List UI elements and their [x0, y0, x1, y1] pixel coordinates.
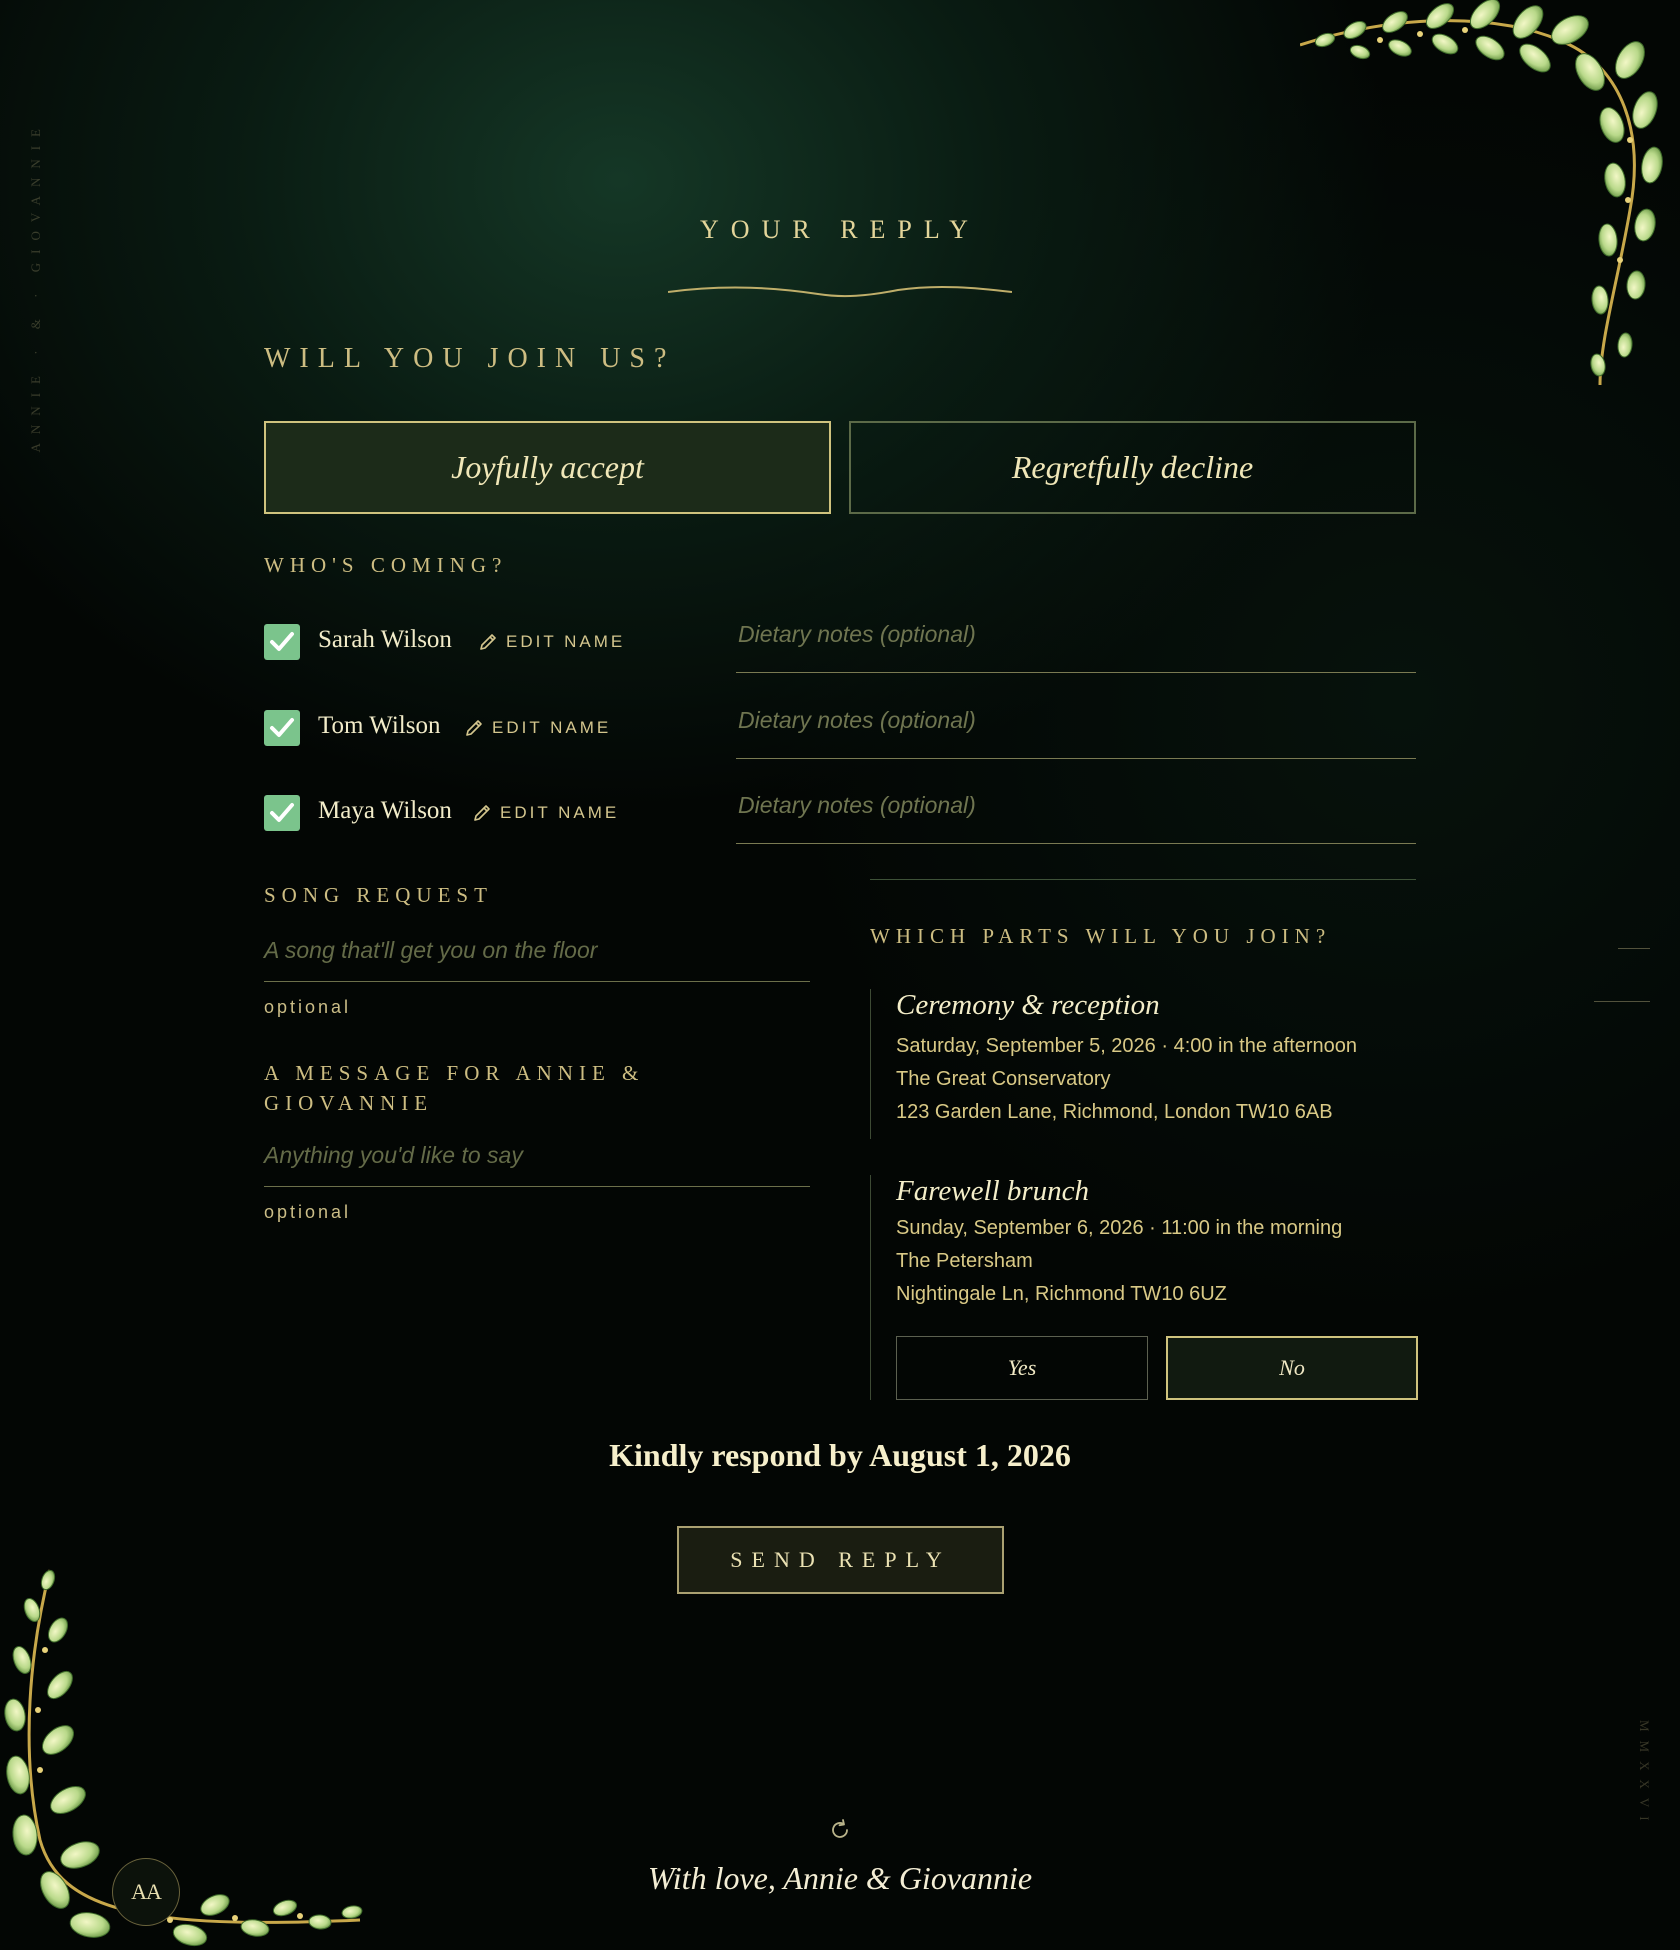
pencil-icon [466, 720, 482, 736]
edit-name-label: EDIT NAME [500, 803, 620, 822]
divider [870, 879, 1416, 880]
message-heading-line: GIOVANNIE [264, 1091, 434, 1115]
song-request-heading: SONG REQUEST [264, 883, 493, 907]
brunch-no-button[interactable]: No [1166, 1336, 1418, 1400]
event-venue: The Petersham [896, 1250, 1033, 1272]
song-request-input[interactable]: A song that'll get you on the floor [264, 937, 810, 982]
refresh-icon[interactable] [828, 1818, 852, 1842]
page-title: YOUR REPLY [700, 215, 980, 244]
edit-name-label: EDIT NAME [506, 632, 626, 651]
edit-name-button[interactable]: EDIT NAME [472, 803, 619, 823]
event-venue: The Great Conservatory [896, 1068, 1111, 1090]
event-address: Nightingale Ln, Richmond TW10 6UZ [896, 1283, 1227, 1305]
guest-checkbox[interactable] [264, 710, 300, 746]
guest-row: Sarah Wilson EDIT NAME Dietary notes (op… [264, 621, 1416, 684]
guest-row: Tom Wilson EDIT NAME Dietary notes (opti… [264, 707, 1416, 770]
event-title: Farewell brunch [896, 1175, 1090, 1207]
scroll-tick [1594, 1001, 1650, 1002]
side-year-text: MMXXVI [1637, 1720, 1652, 1830]
checkmark-icon [270, 718, 294, 737]
dietary-notes-input[interactable]: Dietary notes (optional) [736, 707, 1416, 759]
pencil-icon [474, 805, 490, 821]
leaf-garland-top-right [1300, 0, 1663, 386]
message-heading-line: A MESSAGE FOR ANNIE & [264, 1061, 645, 1085]
song-optional-hint: optional [264, 997, 352, 1017]
decline-button[interactable]: Regretfully decline [849, 421, 1416, 514]
signature: With love, Annie & Giovannie [647, 1860, 1033, 1896]
guest-name: Sarah Wilson [318, 626, 452, 653]
edit-name-label: EDIT NAME [492, 718, 612, 737]
send-reply-button[interactable]: SEND REPLY [677, 1526, 1004, 1594]
guest-name: Maya Wilson [318, 797, 452, 824]
message-optional-hint: optional [264, 1202, 352, 1222]
parts-heading: WHICH PARTS WILL YOU JOIN? [870, 924, 1332, 948]
event-address: 123 Garden Lane, Richmond, London TW10 6… [896, 1101, 1333, 1123]
scroll-tick [1618, 948, 1650, 949]
event-datetime: Sunday, September 6, 2026 · 11:00 in the… [896, 1217, 1343, 1239]
whos-coming-heading: WHO'S COMING? [264, 553, 508, 577]
checkmark-icon [270, 632, 294, 651]
dietary-notes-input[interactable]: Dietary notes (optional) [736, 792, 1416, 844]
guest-checkbox[interactable] [264, 624, 300, 660]
side-monogram-text: ANNIE · & · GIOVANNIE [28, 120, 43, 453]
rsvp-deadline: Kindly respond by August 1, 2026 [609, 1437, 1071, 1473]
brunch-yes-button[interactable]: Yes [896, 1336, 1148, 1400]
message-heading: A MESSAGE FOR ANNIE & GIOVANNIE [264, 1058, 644, 1118]
edit-name-button[interactable]: EDIT NAME [464, 718, 611, 738]
join-question: WILL YOU JOIN US? [264, 343, 676, 374]
pencil-icon [480, 634, 496, 650]
edit-name-button[interactable]: EDIT NAME [478, 632, 625, 652]
guest-checkbox[interactable] [264, 795, 300, 831]
accept-button[interactable]: Joyfully accept [264, 421, 831, 514]
checkmark-icon [270, 803, 294, 822]
guest-row: Maya Wilson EDIT NAME Dietary notes (opt… [264, 792, 1416, 855]
dietary-notes-input[interactable]: Dietary notes (optional) [736, 621, 1416, 673]
event-ceremony: Ceremony & reception Saturday, September… [870, 989, 1357, 1139]
guest-name: Tom Wilson [318, 712, 441, 739]
event-title: Ceremony & reception [896, 989, 1160, 1021]
title-flourish [668, 285, 1012, 298]
message-input[interactable]: Anything you'd like to say [264, 1142, 810, 1187]
event-datetime: Saturday, September 5, 2026 · 4:00 in th… [896, 1035, 1358, 1057]
